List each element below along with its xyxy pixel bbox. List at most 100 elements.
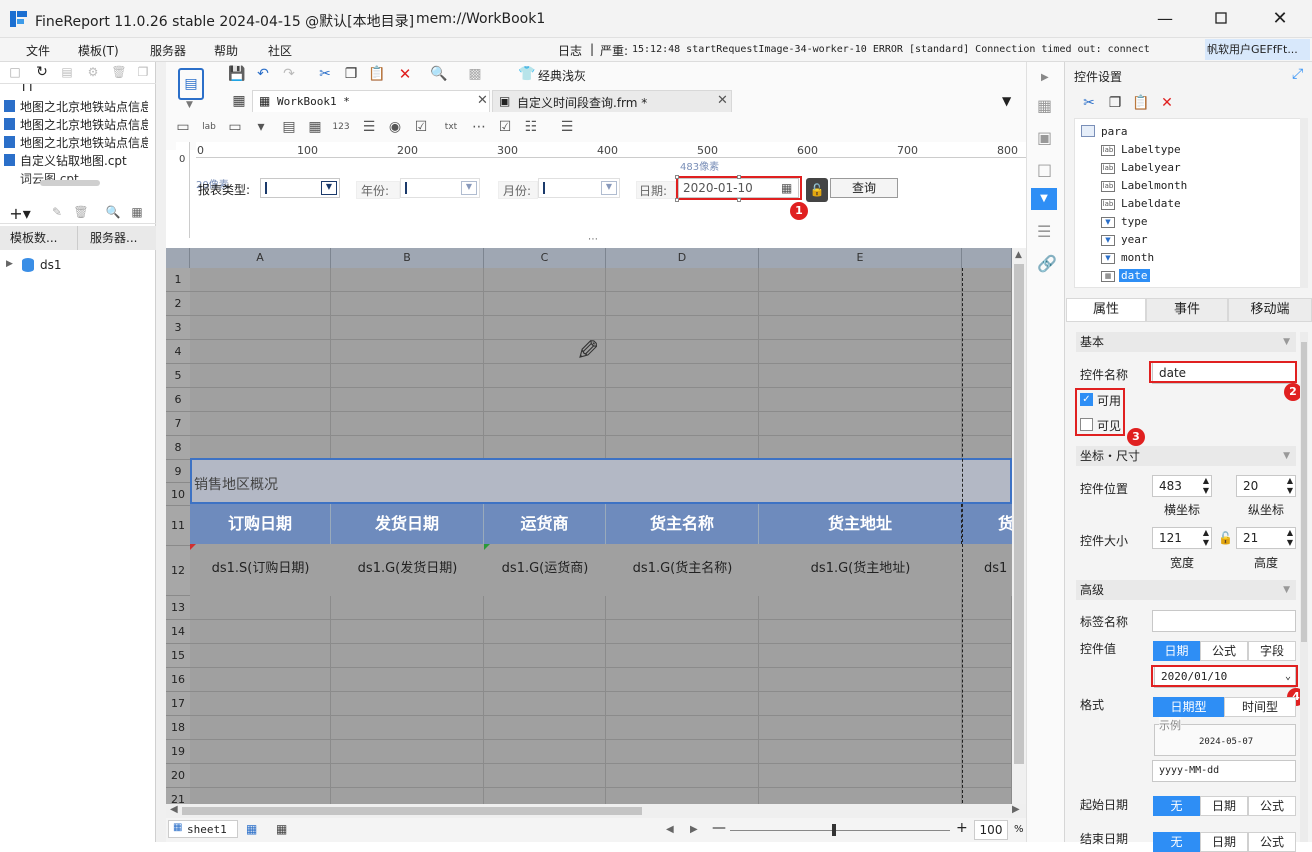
label-date[interactable]: 日期: [636, 181, 676, 199]
tab-close-icon[interactable]: ✕ [477, 93, 488, 108]
scroll-up-icon[interactable]: ▲ [1015, 250, 1022, 260]
section-advanced[interactable]: 高级 ▼ [1076, 580, 1296, 600]
minimize-icon[interactable]: — [1155, 8, 1175, 28]
paste-icon[interactable]: 📋 [1132, 94, 1150, 112]
grid-cell[interactable] [190, 740, 331, 764]
cut-icon[interactable]: ✂ [1080, 94, 1098, 112]
end-none[interactable]: 无 [1153, 832, 1200, 852]
spinner-icon[interactable]: ▲ ▼ [1287, 476, 1293, 496]
title-cell[interactable]: 销售地区概况 [190, 458, 1012, 504]
grid-cell[interactable] [190, 764, 331, 788]
edit-icon[interactable]: ✎ [50, 205, 64, 219]
grid-cell[interactable] [484, 692, 606, 716]
grid-cell[interactable] [190, 316, 331, 340]
grid-cell[interactable] [759, 412, 962, 436]
grid-cell[interactable] [190, 668, 331, 692]
menu-help[interactable]: 帮助 [214, 42, 238, 59]
row-header[interactable]: 5 [166, 364, 190, 388]
tree-root[interactable]: para [1101, 125, 1128, 138]
row-header[interactable]: 3 [166, 316, 190, 340]
x-spinner[interactable]: 483 ▲ ▼ [1152, 475, 1212, 497]
column-header[interactable]: E [759, 248, 962, 268]
add-form-sheet-icon[interactable]: ▦ [276, 822, 287, 836]
format-pattern-field[interactable]: yyyy-MM-dd [1152, 760, 1296, 782]
list-item[interactable]: 地图之北京地铁站点信息 [20, 98, 148, 115]
grid-cell[interactable] [190, 412, 331, 436]
grid-cell[interactable] [962, 644, 1012, 668]
grid-cell[interactable] [484, 412, 606, 436]
grid-cell[interactable] [759, 292, 962, 316]
header-cell[interactable]: 运货商 [484, 504, 606, 544]
delete-red-icon[interactable]: ✕ [1158, 94, 1176, 112]
widget-combo-icon[interactable]: ▾ [252, 118, 270, 136]
grid-cell[interactable] [962, 764, 1012, 788]
grid-cell[interactable] [606, 596, 759, 620]
copy-icon[interactable]: ❐ [1106, 94, 1124, 112]
grid-cell[interactable] [606, 740, 759, 764]
preview-icon[interactable]: 🔍 [106, 205, 121, 219]
spinner-icon[interactable]: ▲ ▼ [1203, 528, 1209, 548]
collapse-icon[interactable]: ▶ [1041, 72, 1049, 83]
grid-cell[interactable] [190, 596, 331, 620]
height-spinner[interactable]: 21 ▲ ▼ [1236, 527, 1296, 549]
grid-cell[interactable] [331, 620, 484, 644]
list-item[interactable]: 地图之北京地铁站点信息 [20, 134, 148, 151]
value-mode-date[interactable]: 日期 [1153, 641, 1200, 661]
datasource-item[interactable]: ▶ ds1 [4, 258, 144, 276]
grid-cell[interactable] [331, 740, 484, 764]
row-header[interactable]: 10 [166, 483, 190, 506]
frame-icon[interactable]: □ [1037, 160, 1052, 179]
grid-cell[interactable] [606, 644, 759, 668]
grid-cell[interactable] [190, 388, 331, 412]
grid-cell[interactable] [331, 388, 484, 412]
grid-cell[interactable] [331, 340, 484, 364]
widget-password-icon[interactable]: ⋯ [470, 118, 488, 136]
hscroll[interactable] [40, 180, 100, 186]
tree-item[interactable]: year [1119, 233, 1150, 246]
collapse-arrow-icon[interactable]: ▼ [1283, 580, 1290, 600]
grid-cell[interactable] [759, 668, 962, 692]
widget-list-icon[interactable]: ☰ [360, 118, 378, 136]
db-edit-icon[interactable]: ▦ [130, 205, 144, 219]
data-cell[interactable]: ds1.S(订购日期) [190, 544, 331, 594]
menu-template[interactable]: 模板(T) [78, 42, 119, 59]
row-header[interactable]: 7 [166, 412, 190, 436]
grid-cell[interactable] [962, 388, 1012, 412]
add-icon[interactable]: +▾ [8, 204, 32, 223]
zoom-in-icon[interactable]: + [956, 820, 968, 836]
row-header[interactable]: 2 [166, 292, 190, 316]
header-cell[interactable]: 发货日期 [331, 504, 484, 544]
log-label[interactable]: 日志 [558, 42, 582, 59]
grid-cell[interactable] [484, 436, 606, 460]
doc-icon[interactable]: ▤ [60, 65, 74, 79]
grid-cell[interactable] [331, 436, 484, 460]
grid-cell[interactable] [606, 716, 759, 740]
grid-cell[interactable] [759, 596, 962, 620]
grid-cell[interactable] [759, 620, 962, 644]
grid-cell[interactable] [759, 268, 962, 292]
zoom-out-icon[interactable]: — [712, 820, 726, 836]
row-header[interactable]: 4 [166, 340, 190, 364]
grid-cell[interactable] [331, 412, 484, 436]
paste-icon[interactable]: 📋 [368, 65, 386, 83]
widget-textfield-icon[interactable]: ▭ [226, 118, 244, 136]
widget-textarea-icon[interactable]: ▤ [280, 118, 298, 136]
grid-cell[interactable] [759, 316, 962, 340]
grid-cell[interactable] [484, 268, 606, 292]
grid-cell[interactable] [606, 436, 759, 460]
row-header[interactable]: 6 [166, 388, 190, 412]
row-header[interactable]: 18 [166, 716, 190, 740]
horizontal-scrollbar[interactable]: ◀ ▶ [166, 804, 1026, 818]
combo-arrow-icon[interactable]: ▼ [321, 181, 337, 195]
props-scrollbar[interactable] [1300, 332, 1308, 842]
grid-cell[interactable] [962, 316, 1012, 340]
value-mode-field[interactable]: 字段 [1248, 641, 1296, 661]
grid-cell[interactable] [962, 740, 1012, 764]
ratio-lock-icon[interactable]: 🔓 [1218, 531, 1233, 545]
tab-events[interactable]: 事件 [1146, 298, 1228, 322]
tree-item[interactable]: Labelmonth [1119, 179, 1189, 192]
grid-cell[interactable] [606, 340, 759, 364]
row-header[interactable]: 15 [166, 644, 190, 668]
column-header[interactable]: A [190, 248, 331, 268]
grid-cell[interactable] [331, 596, 484, 620]
